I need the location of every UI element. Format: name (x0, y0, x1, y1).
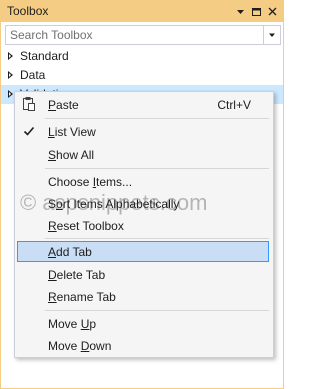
auto-hide-button[interactable] (249, 3, 263, 19)
menu-item-reset-toolbox[interactable]: Reset Toolbox (17, 215, 269, 236)
menu-separator (45, 168, 269, 169)
chevron-down-icon (236, 9, 244, 14)
window-title: Toolbox (7, 4, 49, 18)
expand-arrow-icon[interactable] (8, 52, 13, 60)
search-options-button[interactable] (263, 26, 280, 44)
checkmark-icon (21, 123, 37, 139)
expand-arrow-icon[interactable] (8, 71, 13, 79)
menu-item-label: Delete Tab (48, 268, 106, 282)
menu-item-move-down[interactable]: Move Down (17, 335, 269, 356)
menu-item-rename-tab[interactable]: Rename Tab (17, 286, 269, 307)
close-button[interactable] (265, 3, 279, 19)
tree-item-standard[interactable]: Standard (1, 47, 283, 66)
menu-item-label: Sort Items Alphabetically (48, 197, 180, 211)
menu-item-label: Move Down (48, 339, 112, 353)
expand-arrow-icon[interactable] (8, 90, 13, 98)
restore-icon (251, 7, 261, 16)
titlebar-buttons (233, 3, 279, 19)
tree-item-data[interactable]: Data (1, 66, 283, 85)
menu-item-add-tab[interactable]: Add Tab (17, 241, 269, 262)
close-icon (268, 7, 276, 15)
menu-item-delete-tab[interactable]: Delete Tab (17, 264, 269, 285)
menu-separator (45, 310, 269, 311)
search-box (5, 25, 281, 45)
menu-item-shortcut: Ctrl+V (217, 98, 251, 112)
tree-item-label: Data (20, 68, 46, 82)
menu-item-paste[interactable]: Paste Ctrl+V (17, 94, 269, 115)
menu-item-choose-items[interactable]: Choose Items... (17, 171, 269, 192)
menu-item-label: Choose Items... (48, 175, 133, 189)
menu-item-label: Rename Tab (48, 290, 116, 304)
menu-item-label: Add Tab (48, 245, 92, 259)
menu-item-sort-items[interactable]: Sort Items Alphabetically (17, 193, 269, 214)
menu-item-label: Paste (48, 98, 79, 112)
menu-separator (45, 118, 269, 119)
menu-item-label: Show All (48, 148, 95, 162)
titlebar[interactable]: Toolbox (1, 1, 283, 22)
context-menu: Paste Ctrl+V List View Show All Choose I… (14, 91, 274, 358)
menu-item-move-up[interactable]: Move Up (17, 313, 269, 334)
clipboard-icon (21, 96, 37, 112)
menu-item-label: Move Up (48, 317, 97, 331)
menu-item-show-all[interactable]: Show All (17, 144, 269, 165)
search-input[interactable] (6, 26, 266, 44)
tree-item-label: Standard (20, 49, 69, 63)
chevron-down-icon (269, 33, 275, 37)
window-position-button[interactable] (233, 3, 247, 19)
menu-separator (45, 238, 269, 239)
menu-item-label: List View (48, 125, 96, 139)
menu-item-label: Reset Toolbox (48, 219, 124, 233)
menu-item-list-view[interactable]: List View (17, 121, 269, 142)
